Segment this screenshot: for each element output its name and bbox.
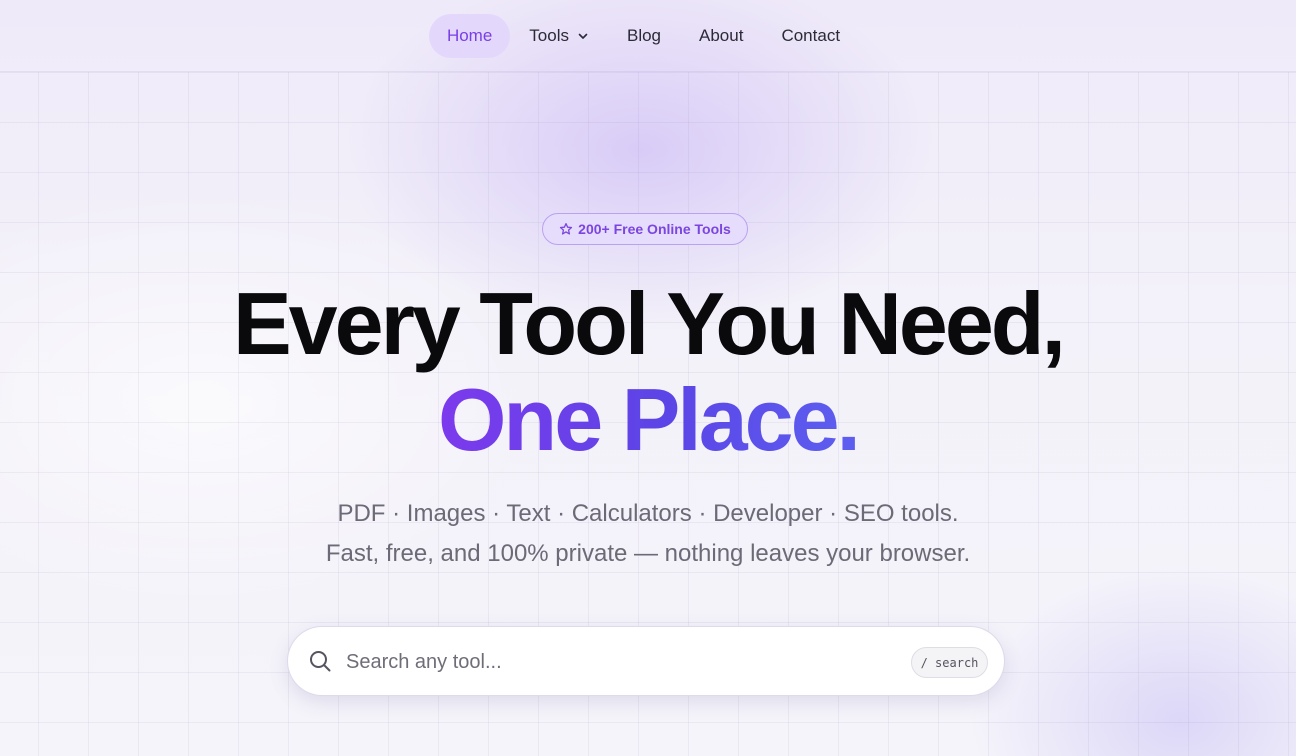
headline-highlight: One Place. xyxy=(437,370,861,469)
search-icon xyxy=(308,649,332,673)
search-shortcut-hint: / search xyxy=(911,647,988,678)
search-input[interactable] xyxy=(346,645,886,679)
search-bar[interactable]: / search xyxy=(287,626,1005,696)
headline-line-2: One Place. xyxy=(0,372,1296,468)
hero-section: 200+ Free Online Tools Every Tool You Ne… xyxy=(0,0,1296,756)
badge-label: 200+ Free Online Tools xyxy=(578,221,731,237)
subtitle-line-2: Fast, free, and 100% private — nothing l… xyxy=(325,540,971,567)
tools-count-badge: 200+ Free Online Tools xyxy=(542,213,748,245)
star-icon xyxy=(559,222,573,236)
headline-line-1: Every Tool You Need, xyxy=(232,274,1066,373)
subtitle-line-1: PDF · Images · Text · Calculators · Deve… xyxy=(337,500,959,527)
